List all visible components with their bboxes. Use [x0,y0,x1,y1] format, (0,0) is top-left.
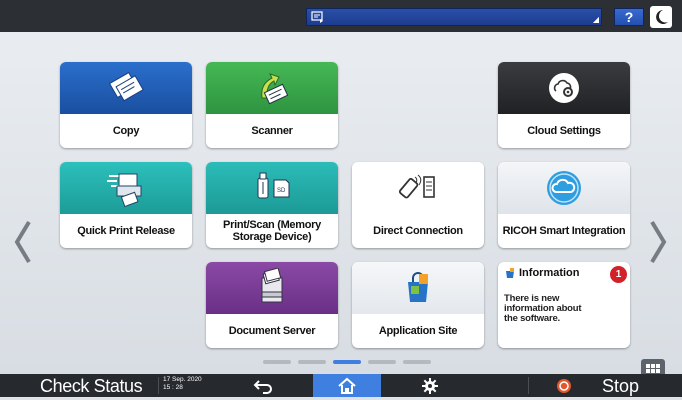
document-server-label: Document Server [228,325,316,337]
ricoh-smart-integration-band [498,162,630,214]
date-text: 17 Sep. 2020 [163,376,202,383]
page-indicator [263,360,431,364]
print-scan-memory-band: SD [206,162,338,214]
status-message-field[interactable]: ◢ [306,8,602,26]
svg-text:SD: SD [277,188,286,194]
direct-connection-icon [398,174,435,199]
information-title-row: Information [504,267,580,279]
quick-print-release-label: Quick Print Release [77,225,175,237]
print-scan-memory-tile[interactable]: SD Print/Scan (Memory Storage Device) [206,162,338,248]
scanner-band [206,62,338,114]
energy-saver-button[interactable] [650,6,672,28]
usb-sd-icon: SD [257,172,290,199]
scanner-tile[interactable]: Scanner [206,62,338,148]
copy-band [60,62,192,114]
application-site-band [352,262,484,314]
home-button[interactable] [313,374,381,397]
chevron-right-icon [650,220,667,264]
quick-print-release-tile[interactable]: Quick Print Release [60,162,192,248]
back-arrow-icon [253,380,272,394]
information-count-badge: 1 [610,266,627,283]
chevron-left-icon [14,220,31,264]
ricoh-smart-integration-label: RICOH Smart Integration [502,225,626,237]
document-server-band [206,262,338,314]
shopping-bag-icon [408,272,428,302]
printer-icon [107,173,142,208]
divider [158,377,159,394]
divider [528,377,529,394]
home-icon [338,377,356,394]
information-bag-icon [506,268,514,278]
application-site-label: Application Site [378,325,458,337]
top-bar: ◢ ? [0,0,682,32]
direct-connection-tile[interactable]: Direct Connection [352,162,484,248]
stop-icon [557,379,571,393]
page-dot[interactable] [298,360,326,364]
page-dot-active[interactable] [333,360,361,364]
check-status-button[interactable]: Check Status [40,375,143,397]
expand-corner-icon: ◢ [592,15,599,24]
job-list-icon [311,10,325,24]
previous-page-button[interactable] [10,212,36,272]
direct-connection-label: Direct Connection [373,225,463,237]
bottom-bar: Check Status 17 Sep. 2020 15 : 28 Stop [0,374,682,397]
information-message: There is new information about the softw… [504,293,582,324]
cloud-settings-label: Cloud Settings [527,125,601,137]
stop-button[interactable]: Stop [602,375,639,397]
stop-indicator [556,378,572,399]
page-dot[interactable] [263,360,291,364]
print-scan-memory-label: Print/Scan (Memory Storage Device) [223,219,321,243]
direct-connection-band [352,162,484,214]
home-screen: Copy Scanner Cloud Settings Quick Print … [0,32,682,383]
copy-tile[interactable]: Copy [60,62,192,148]
information-widget[interactable]: Information 1 There is new information a… [498,262,630,348]
cloud-settings-band [498,62,630,114]
page-dot[interactable] [368,360,396,364]
document-server-tile[interactable]: Document Server [206,262,338,348]
application-site-tile[interactable]: Application Site [352,262,484,348]
moon-icon [656,10,668,24]
gear-icon [422,378,438,394]
time-text: 15 : 28 [163,384,183,391]
information-title: Information [519,267,580,279]
date-time: 17 Sep. 2020 15 : 28 [163,376,202,392]
ricoh-smart-integration-tile[interactable]: RICOH Smart Integration [498,162,630,248]
next-page-button[interactable] [645,212,671,272]
help-button[interactable]: ? [614,8,644,26]
quick-print-release-band [60,162,192,214]
document-server-icon [261,268,283,303]
copy-label: Copy [112,125,140,137]
scanner-label: Scanner [251,125,293,137]
scanner-icon [261,73,289,105]
ricoh-cloud-icon [547,171,581,205]
page-dot[interactable] [403,360,431,364]
cloud-settings-icon [549,73,579,103]
copy-icon [108,71,144,102]
cloud-settings-tile[interactable]: Cloud Settings [498,62,630,148]
